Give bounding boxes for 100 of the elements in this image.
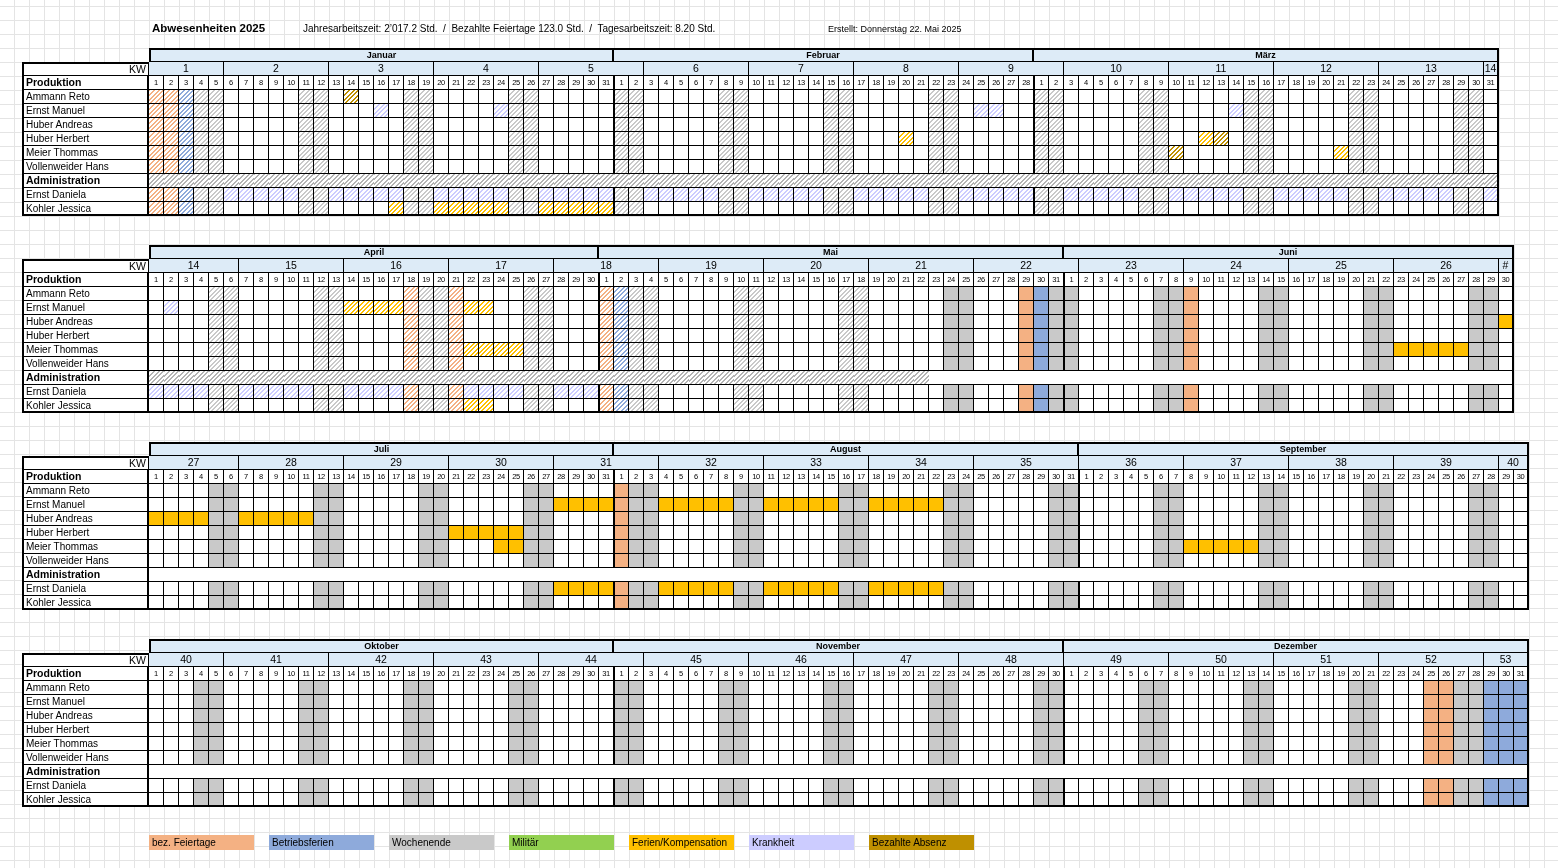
group-heading: Administration xyxy=(22,371,149,385)
week-number: 23 xyxy=(1079,259,1184,273)
week-number: 26 xyxy=(1394,259,1499,273)
group-heading: Administration xyxy=(22,765,149,779)
week-number: 41 xyxy=(224,653,329,667)
month-header: November xyxy=(614,639,1064,653)
week-number: 21 xyxy=(869,259,974,273)
month-header: Oktober xyxy=(149,639,614,653)
week-number: 40 xyxy=(149,653,224,667)
week-number: 7 xyxy=(749,62,854,76)
employee-name: Vollenweider Hans xyxy=(22,554,149,568)
employee-name: Ernst Daniela xyxy=(22,779,149,793)
employee-name: Ernst Manuel xyxy=(22,301,149,315)
week-number: # xyxy=(1499,259,1514,273)
employee-name: Ernst Daniela xyxy=(22,188,149,202)
month-header: September xyxy=(1079,442,1529,456)
week-number: 32 xyxy=(659,456,764,470)
employee-name: Ammann Reto xyxy=(22,484,149,498)
employee-name: Vollenweider Hans xyxy=(22,357,149,371)
week-number: 12 xyxy=(1274,62,1379,76)
employee-name: Huber Andreas xyxy=(22,709,149,723)
group-heading: Produktion xyxy=(22,667,149,681)
month-header: Januar xyxy=(149,48,614,62)
sheet-title: Abwesenheiten 2025 xyxy=(152,22,266,34)
employee-name: Kohler Jessica xyxy=(22,793,149,807)
week-number: 9 xyxy=(959,62,1064,76)
legend-item: Bezahlte Absenz xyxy=(869,835,974,850)
group-heading: Administration xyxy=(22,174,149,188)
kw-label: KW xyxy=(22,653,149,667)
week-number: 16 xyxy=(344,259,449,273)
week-number: 45 xyxy=(644,653,749,667)
week-number: 2 xyxy=(224,62,329,76)
week-number: 6 xyxy=(644,62,749,76)
week-number: 14 xyxy=(149,259,239,273)
employee-name: Ernst Manuel xyxy=(22,498,149,512)
legend-item: Wochenende xyxy=(389,835,494,850)
week-number: 8 xyxy=(854,62,959,76)
employee-name: Ernst Manuel xyxy=(22,695,149,709)
kw-label: KW xyxy=(22,456,149,470)
legend-item: bez. Feiertage xyxy=(149,835,254,850)
week-number: 47 xyxy=(854,653,959,667)
kw-label: KW xyxy=(22,62,149,76)
week-number: 22 xyxy=(974,259,1079,273)
month-header: Mai xyxy=(599,245,1064,259)
month-header: Dezember xyxy=(1064,639,1529,653)
month-header: Juli xyxy=(149,442,614,456)
employee-name: Huber Andreas xyxy=(22,118,149,132)
group-heading: Produktion xyxy=(22,470,149,484)
week-number: 25 xyxy=(1289,259,1394,273)
week-number: 42 xyxy=(329,653,434,667)
employee-name: Ernst Daniela xyxy=(22,582,149,596)
employee-name: Huber Andreas xyxy=(22,512,149,526)
month-header: April xyxy=(149,245,599,259)
employee-name: Kohler Jessica xyxy=(22,596,149,610)
week-number: 35 xyxy=(974,456,1079,470)
legend-item: Militär xyxy=(509,835,614,850)
legend-item: Betriebsferien xyxy=(269,835,374,850)
week-number: 18 xyxy=(554,259,659,273)
week-number: 5 xyxy=(539,62,644,76)
employee-name: Meier Thommas xyxy=(22,146,149,160)
summary-text: Jahresarbeitszeit: 2’017.2 Std. / Bezahlte Feiertage 123.0 Std. / Tagesarbeitszeit: 8.20 Std. xyxy=(303,23,716,34)
week-number: 31 xyxy=(554,456,659,470)
week-number: 48 xyxy=(959,653,1064,667)
employee-name: Vollenweider Hans xyxy=(22,751,149,765)
week-number: 30 xyxy=(449,456,554,470)
week-number: 53 xyxy=(1484,653,1529,667)
week-number: 15 xyxy=(239,259,344,273)
week-number: 50 xyxy=(1169,653,1274,667)
created-date: Erstellt: Donnerstag 22. Mai 2025 xyxy=(828,24,962,34)
week-number: 17 xyxy=(449,259,554,273)
group-heading: Produktion xyxy=(22,273,149,287)
week-number: 4 xyxy=(434,62,539,76)
week-number: 11 xyxy=(1169,62,1274,76)
week-number: 37 xyxy=(1184,456,1289,470)
employee-name: Meier Thommas xyxy=(22,540,149,554)
group-heading: Produktion xyxy=(22,76,149,90)
legend-item: Ferien/Kompensation xyxy=(629,835,734,850)
employee-name: Ammann Reto xyxy=(22,90,149,104)
week-number: 49 xyxy=(1064,653,1169,667)
employee-name: Kohler Jessica xyxy=(22,202,149,216)
week-number: 19 xyxy=(659,259,764,273)
week-number: 52 xyxy=(1379,653,1484,667)
employee-name: Huber Herbert xyxy=(22,132,149,146)
week-number: 51 xyxy=(1274,653,1379,667)
month-header: Februar xyxy=(614,48,1034,62)
employee-name: Huber Herbert xyxy=(22,723,149,737)
month-header: März xyxy=(1034,48,1499,62)
week-number: 1 xyxy=(149,62,224,76)
month-header: Juni xyxy=(1064,245,1514,259)
week-number: 34 xyxy=(869,456,974,470)
employee-name: Meier Thommas xyxy=(22,343,149,357)
week-number: 24 xyxy=(1184,259,1289,273)
employee-name: Ammann Reto xyxy=(22,681,149,695)
employee-name: Huber Andreas xyxy=(22,315,149,329)
week-number: 28 xyxy=(239,456,344,470)
week-number: 29 xyxy=(344,456,449,470)
week-number: 14 xyxy=(1484,62,1499,76)
week-number: 3 xyxy=(329,62,434,76)
employee-name: Huber Herbert xyxy=(22,526,149,540)
employee-name: Ernst Daniela xyxy=(22,385,149,399)
